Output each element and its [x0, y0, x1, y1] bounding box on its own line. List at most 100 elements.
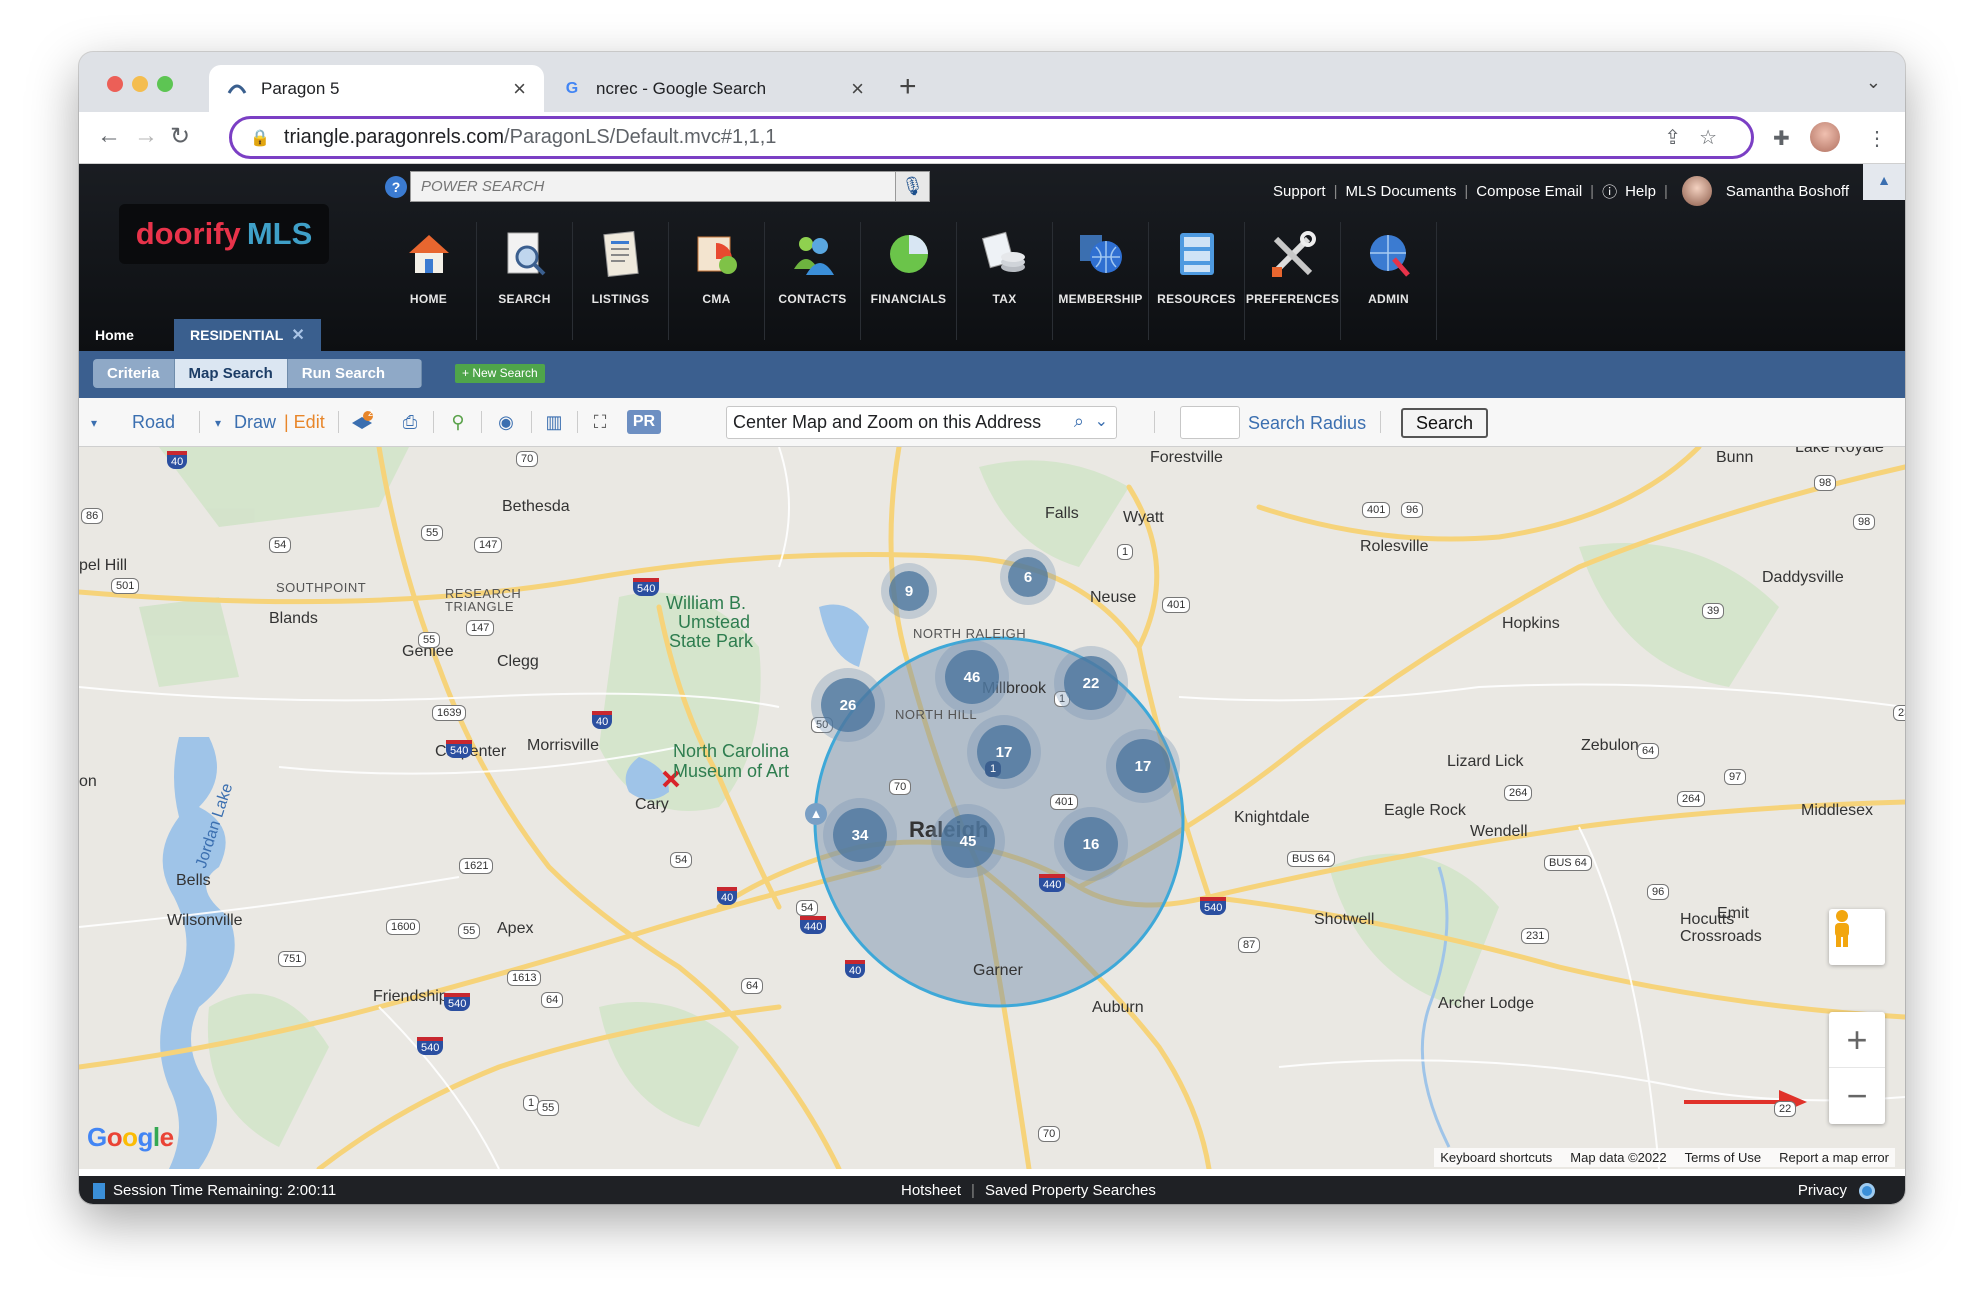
eye-icon[interactable]: ◉ [493, 410, 519, 434]
minimize-window-button[interactable] [132, 76, 148, 92]
share-icon[interactable]: ⇪ [1664, 127, 1699, 149]
terms-of-use-link[interactable]: Terms of Use [1685, 1150, 1762, 1165]
route-shield: 440 [1039, 874, 1066, 892]
search-icon[interactable]: ⌕ [1074, 411, 1084, 432]
listing-cluster[interactable]: 16 [1064, 817, 1118, 871]
forward-arrow-icon[interactable]: → [134, 122, 158, 150]
hotsheet-link[interactable]: Hotsheet [901, 1182, 961, 1199]
pr-button[interactable]: PR [627, 410, 661, 434]
chevron-down-icon[interactable]: ⌄ [1095, 411, 1108, 431]
edit-button[interactable]: | Edit [284, 412, 325, 433]
power-search-input[interactable] [411, 178, 881, 195]
cabinet-icon [1169, 226, 1225, 282]
mls-documents-link[interactable]: MLS Documents [1346, 183, 1457, 200]
collapse-header-button[interactable]: ▲ [1863, 164, 1905, 200]
back-arrow-icon[interactable]: ← [97, 122, 121, 150]
route-shield: 40 [845, 960, 866, 978]
listing-cluster[interactable]: 17 [1116, 739, 1170, 793]
draw-dropdown-icon[interactable]: ▾ [215, 416, 221, 430]
reload-icon[interactable]: ↻ [170, 122, 190, 151]
tab-home[interactable]: Home [79, 319, 150, 351]
report-map-error-link[interactable]: Report a map error [1779, 1150, 1889, 1165]
search-radius-input[interactable] [1180, 406, 1240, 439]
map-place-label: pel Hill [79, 557, 128, 574]
draw-button[interactable]: Draw [234, 412, 276, 433]
zoom-in-button[interactable]: + [1829, 1012, 1885, 1068]
tab-residential[interactable]: RESIDENTIAL ✕ [174, 319, 321, 351]
house-icon [401, 226, 457, 282]
profile-avatar[interactable] [1810, 122, 1840, 152]
browser-toolbar: ← → ↻ 🔒 triangle.paragonrels.com/Paragon… [79, 112, 1905, 164]
criteria-button[interactable]: Criteria [93, 359, 175, 388]
museum-pin-icon[interactable]: ▲ [805, 803, 827, 825]
zoom-control: + − [1829, 1012, 1885, 1124]
maximize-window-button[interactable] [157, 76, 173, 92]
listing-marker[interactable]: 1 [985, 761, 1002, 777]
microphone-icon[interactable]: 🎙 [895, 172, 929, 201]
address-input[interactable] [727, 412, 1047, 433]
listing-cluster[interactable]: 9 [889, 571, 929, 611]
route-shield: 70 [516, 451, 539, 467]
layers-badge: 2 [368, 408, 374, 418]
road-dropdown-icon[interactable]: ▾ [91, 416, 97, 430]
map-search-button[interactable]: Map Search [174, 359, 288, 388]
map-place-label: Friendship [373, 988, 448, 1005]
route-shield: 501 [111, 578, 140, 594]
bookmark-star-icon[interactable]: ☆ [1699, 127, 1735, 149]
support-link[interactable]: Support [1273, 183, 1326, 200]
user-name[interactable]: Samantha Boshoff [1726, 183, 1849, 200]
map-place-label: TRIANGLE [445, 599, 515, 614]
route-shield: 40 [592, 711, 613, 729]
road-layer-button[interactable]: Road [132, 412, 175, 433]
print-icon[interactable]: ⎙ [397, 410, 423, 434]
map-place-label: Blands [269, 610, 318, 627]
route-shield: 54 [269, 537, 292, 553]
help-question-icon[interactable]: ? [385, 176, 407, 198]
map-place-label: Bunn [1716, 449, 1754, 466]
listing-cluster[interactable]: 6 [1008, 557, 1048, 597]
new-tab-icon[interactable]: + [899, 70, 917, 104]
browser-menu-icon[interactable]: ⋮ [1867, 126, 1887, 151]
map-pin-icon[interactable]: ⚲ [445, 410, 471, 434]
zoom-out-button[interactable]: − [1829, 1068, 1885, 1124]
pegman-icon[interactable] [1829, 909, 1885, 965]
run-search-button[interactable]: Run Search [287, 359, 423, 388]
new-search-button[interactable]: + New Search [455, 364, 545, 383]
magnifier-icon [497, 226, 553, 282]
map-place-label: Daddysville [1762, 569, 1844, 586]
help-link[interactable]: Help [1625, 183, 1656, 200]
keyboard-shortcuts-link[interactable]: Keyboard shortcuts [1440, 1150, 1552, 1165]
map-canvas[interactable]: Forestville Bunn Lake Royale Bethesda Falls W… [79, 447, 1905, 1169]
map-place-label: Forestville [1150, 449, 1223, 466]
listing-cluster[interactable]: 46 [945, 650, 999, 704]
listing-cluster[interactable]: 22 [1064, 656, 1118, 710]
listing-cluster[interactable]: 34 [833, 808, 887, 862]
street-view-control[interactable] [1829, 909, 1885, 965]
route-shield: 96 [1647, 884, 1670, 900]
search-mode-buttons: Criteria Map Search Run Search [93, 359, 423, 388]
privacy-link[interactable]: Privacy [1798, 1182, 1847, 1199]
columns-icon[interactable]: ▥ [541, 410, 567, 434]
map-place-label: Morrisville [527, 737, 599, 754]
route-shield: 98 [1853, 514, 1876, 530]
browser-window: Paragon 5 × G ncrec - Google Search × + … [79, 52, 1905, 1204]
user-avatar[interactable] [1681, 176, 1712, 206]
saved-searches-link[interactable]: Saved Property Searches [985, 1182, 1156, 1199]
browser-tab-google[interactable]: G ncrec - Google Search × [544, 65, 882, 112]
tab-search-chevron-icon[interactable]: ⌄ [1866, 72, 1881, 93]
google-icon: G [565, 79, 579, 97]
close-window-button[interactable] [107, 76, 123, 92]
gear-icon[interactable] [1859, 1182, 1875, 1199]
close-tab-icon[interactable]: × [851, 76, 864, 102]
zoom-select-icon[interactable]: ⛶ [587, 410, 613, 434]
listing-cluster[interactable]: 26 [821, 678, 875, 732]
close-tab-icon[interactable]: ✕ [291, 325, 304, 345]
map-search-button[interactable]: Search [1401, 408, 1489, 438]
browser-tab-paragon[interactable]: Paragon 5 × [209, 65, 544, 112]
extensions-puzzle-icon[interactable]: ✚ [1773, 126, 1790, 151]
route-shield: 70 [1038, 1126, 1061, 1142]
close-tab-icon[interactable]: × [513, 76, 526, 102]
address-bar[interactable]: 🔒 triangle.paragonrels.com/ParagonLS/Def… [229, 116, 1754, 159]
compose-email-link[interactable]: Compose Email [1476, 183, 1582, 200]
listing-cluster[interactable]: 45 [941, 814, 995, 868]
